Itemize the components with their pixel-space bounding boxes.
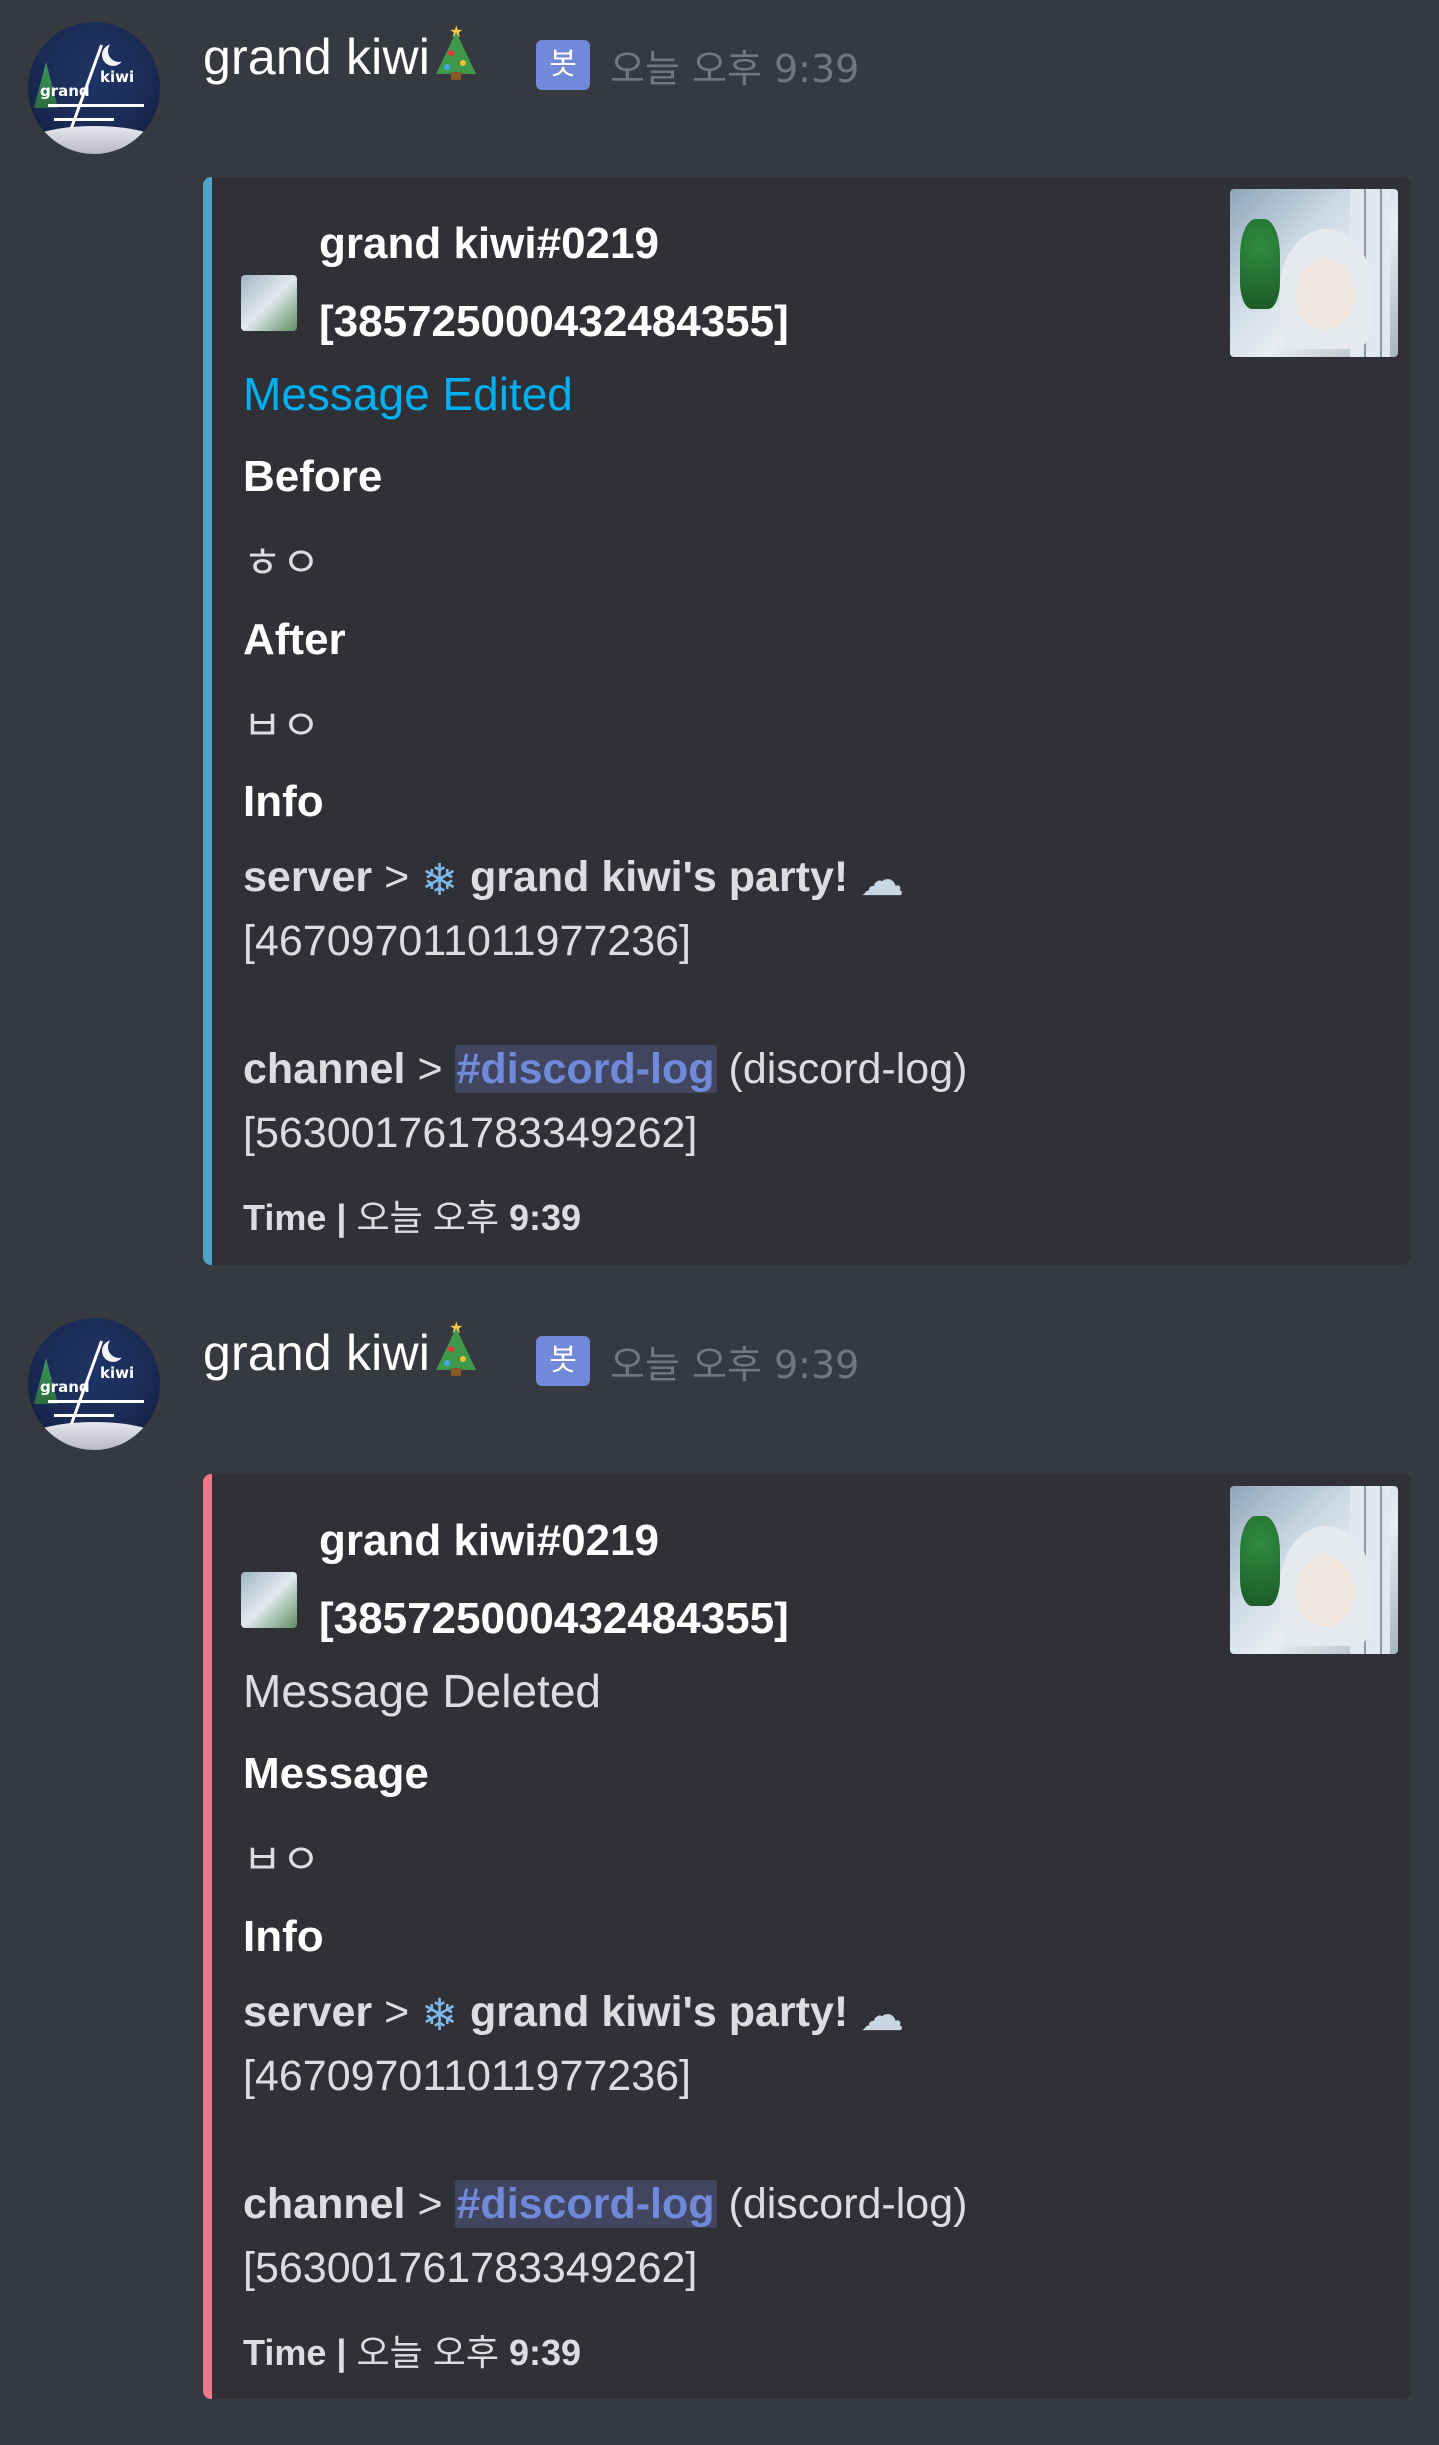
time-prefix: 오늘 오후 <box>356 1197 499 1238</box>
embed-author-name: grand kiwi#0219 [385725000432484355] <box>319 1502 1019 1658</box>
christmas-tree-icon: ★ <box>434 1320 478 1376</box>
field-value-after: ㅂㅇ <box>243 702 321 749</box>
server-line: server > ❄ grand kiwi's party! ☁ <box>243 1988 905 2040</box>
avatar-snow-shape <box>28 126 160 154</box>
embed: grand kiwi#0219 [385725000432484355] Mes… <box>203 177 1411 1265</box>
field-name-message: Message <box>243 1749 429 1798</box>
field-name-info: Info <box>243 777 324 826</box>
avatar-logo-text: grand <box>40 1378 90 1396</box>
server-label: server <box>243 1988 373 2036</box>
field-name-after: After <box>243 615 346 664</box>
embed-author-icon <box>241 1572 297 1628</box>
time-prefix: 오늘 오후 <box>356 2332 499 2373</box>
channel-mention-link[interactable]: #discord-log <box>454 1045 717 1093</box>
snowflake-icon: ❄ <box>421 856 459 905</box>
time-line: Time | 오늘 오후 9:39 <box>243 1197 582 1238</box>
embed-author-id: [385725000432484355] <box>319 1594 789 1643</box>
message-2: grand kiwi grand kiwi ★ 봇 오늘 오후 9:39 gran… <box>0 1296 1439 2445</box>
christmas-tree-icon: ★ <box>434 24 478 80</box>
avatar[interactable]: grand kiwi <box>28 1318 160 1450</box>
embed-color-bar <box>203 177 212 1265</box>
embed-title: Message Deleted <box>243 1665 601 1717</box>
time-line: Time | 오늘 오후 9:39 <box>243 2332 582 2373</box>
bot-tag: 봇 <box>536 40 590 90</box>
avatar-line-shape <box>54 1414 114 1417</box>
channel-name: (discord-log) <box>728 1045 968 1093</box>
channel-line: channel > #discord-log (discord-log) <box>243 2180 968 2228</box>
avatar-snow-shape <box>28 1422 160 1450</box>
server-name: grand kiwi's party! <box>469 1988 849 2036</box>
field-value-before: ㅎㅇ <box>243 539 321 586</box>
avatar-line-shape <box>54 118 114 121</box>
field-name-info: Info <box>243 1912 324 1961</box>
embed-thumbnail[interactable] <box>1230 189 1398 357</box>
avatar[interactable]: grand kiwi <box>28 22 160 154</box>
snow-cloud-icon: ☁ <box>860 1991 905 2040</box>
timestamp[interactable]: 오늘 오후 9:39 <box>610 38 859 93</box>
embed-author-icon <box>241 275 297 331</box>
username[interactable]: grand kiwi ★ <box>203 1320 478 1382</box>
time-value: 9:39 <box>508 2332 582 2373</box>
server-label: server <box>243 853 373 901</box>
embed-author-tag: grand kiwi#0219 <box>319 1516 659 1565</box>
server-id: [467097011011977236] <box>243 2052 691 2100</box>
avatar-moon-shape <box>108 1336 130 1358</box>
avatar-line-shape <box>48 104 144 107</box>
channel-mention-link[interactable]: #discord-log <box>454 2180 717 2228</box>
snowflake-icon: ❄ <box>421 1991 459 2040</box>
channel-id: [563001761783349262] <box>243 2244 698 2292</box>
avatar-line-shape <box>48 1400 144 1403</box>
embed-author-name: grand kiwi#0219 [385725000432484355] <box>319 205 1019 361</box>
embed: grand kiwi#0219 [385725000432484355] Mes… <box>203 1474 1411 2399</box>
avatar-logo-text: kiwi <box>100 68 135 86</box>
channel-label: channel <box>243 1045 406 1093</box>
avatar-logo-text: kiwi <box>100 1364 135 1382</box>
server-line: server > ❄ grand kiwi's party! ☁ <box>243 853 905 905</box>
channel-id: [563001761783349262] <box>243 1109 698 1157</box>
timestamp[interactable]: 오늘 오후 9:39 <box>610 1334 859 1389</box>
server-name: grand kiwi's party! <box>469 853 849 901</box>
embed-title: Message Edited <box>243 368 573 420</box>
channel-name: (discord-log) <box>728 2180 968 2228</box>
bot-tag: 봇 <box>536 1336 590 1386</box>
avatar-moon-shape <box>108 40 130 62</box>
embed-author-tag: grand kiwi#0219 <box>319 219 659 268</box>
username[interactable]: grand kiwi ★ <box>203 24 478 86</box>
embed-thumbnail[interactable] <box>1230 1486 1398 1654</box>
time-label: Time <box>243 2332 327 2373</box>
field-name-before: Before <box>243 452 383 501</box>
time-value: 9:39 <box>508 1197 582 1238</box>
message-1: grand kiwi grand kiwi ★ 봇 오늘 오후 9:39 gran… <box>0 0 1439 1270</box>
username-text: grand kiwi <box>203 29 431 85</box>
username-text: grand kiwi <box>203 1325 431 1381</box>
channel-label: channel <box>243 2180 406 2228</box>
channel-line: channel > #discord-log (discord-log) <box>243 1045 968 1093</box>
server-id: [467097011011977236] <box>243 917 691 965</box>
embed-author-id: [385725000432484355] <box>319 297 789 346</box>
avatar-logo-text: grand <box>40 82 90 100</box>
field-value-message: ㅂㅇ <box>243 1836 321 1883</box>
snow-cloud-icon: ☁ <box>860 856 905 905</box>
embed-color-bar <box>203 1474 212 2399</box>
time-label: Time <box>243 1197 327 1238</box>
